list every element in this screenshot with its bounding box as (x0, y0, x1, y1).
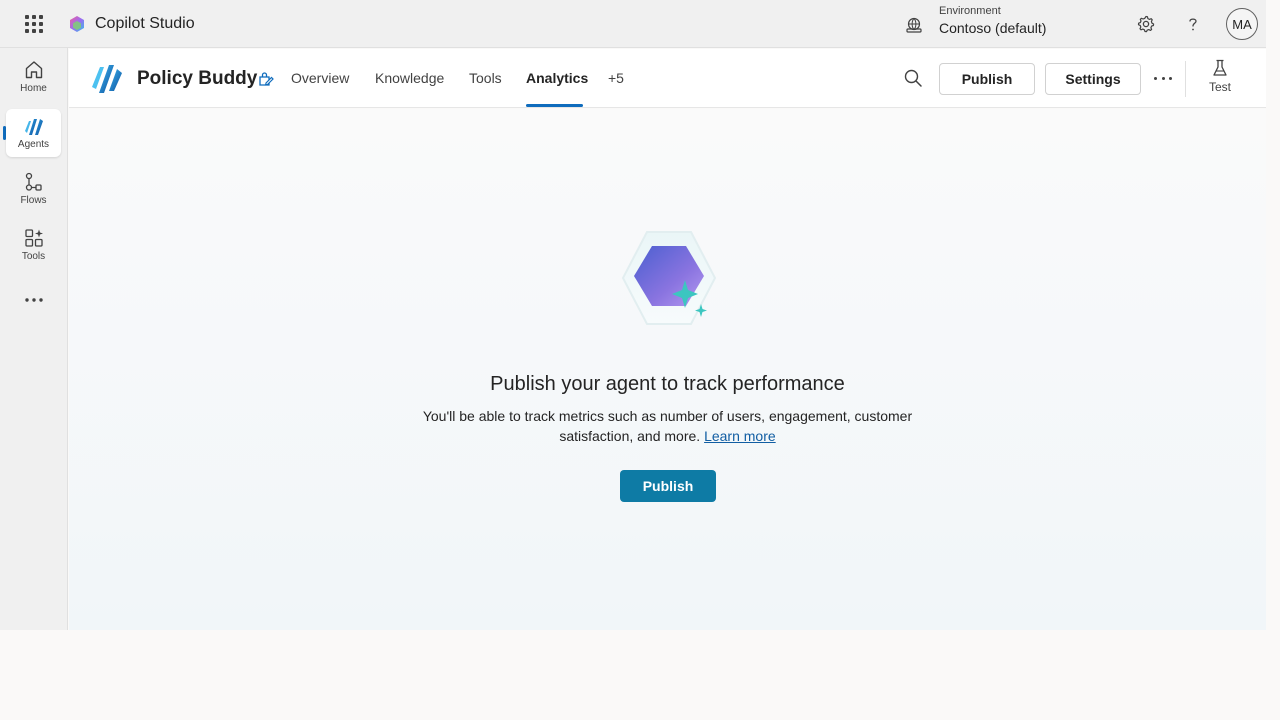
left-navigation-rail: Home Agents Flows Tools (0, 48, 68, 630)
agent-logo (92, 65, 122, 93)
flask-icon (1213, 59, 1227, 76)
top-header: Copilot Studio Environment Contoso (defa… (0, 0, 1266, 48)
agents-icon (24, 118, 43, 135)
help-icon (1189, 18, 1197, 31)
rail-item-flows[interactable]: Flows (6, 164, 61, 212)
environment-value: Contoso (default) (939, 20, 1047, 36)
copilot-studio-logo (70, 15, 84, 32)
tab-analytics[interactable]: Analytics (526, 70, 588, 86)
publish-button[interactable]: Publish (939, 63, 1035, 95)
test-label: Test (1208, 80, 1231, 94)
user-avatar[interactable]: MA (1226, 8, 1258, 40)
analytics-content: Publish your agent to track performance … (69, 109, 1266, 630)
rail-item-home[interactable]: Home (6, 52, 61, 100)
app-launcher-button[interactable] (0, 0, 68, 48)
analytics-hero-illustration (621, 231, 717, 325)
publish-primary-button[interactable]: Publish (620, 470, 716, 502)
settings-button[interactable] (1134, 12, 1158, 36)
rail-item-label: Home (20, 82, 47, 94)
search-icon[interactable] (903, 68, 923, 88)
learn-more-link[interactable]: Learn more (704, 428, 776, 444)
empty-state-description-text: You'll be able to track metrics such as … (422, 408, 913, 444)
divider (1185, 61, 1186, 97)
test-button[interactable]: Test (1200, 59, 1240, 99)
settings-button-agent[interactable]: Settings (1045, 63, 1141, 95)
agent-header: Policy Buddy Overview Knowledge Tools An… (69, 49, 1266, 108)
more-options-button[interactable] (1154, 69, 1172, 87)
tools-icon (24, 228, 43, 247)
waffle-icon (25, 14, 43, 33)
agent-name: Policy Buddy (137, 68, 258, 89)
rail-item-label: Tools (21, 250, 46, 262)
flows-icon (25, 172, 42, 191)
active-tab-indicator (526, 104, 583, 107)
help-button[interactable] (1181, 12, 1205, 36)
rail-item-tools[interactable]: Tools (6, 220, 61, 268)
environment-label: Environment (939, 5, 1001, 17)
rail-item-label: Agents (17, 138, 50, 150)
tab-knowledge[interactable]: Knowledge (375, 70, 444, 86)
environment-picker[interactable]: Environment Contoso (default) (904, 4, 1046, 38)
tab-tools[interactable]: Tools (469, 70, 502, 86)
rail-item-label: Flows (20, 194, 47, 206)
tab-more-overflow[interactable]: +5 (608, 70, 624, 86)
empty-state-title: Publish your agent to track performance (490, 373, 845, 395)
tab-overview[interactable]: Overview (291, 70, 349, 86)
gear-icon (1137, 15, 1155, 33)
environment-icon (906, 17, 922, 33)
empty-state-description: You'll be able to track metrics such as … (414, 406, 921, 446)
more-horizontal-icon (24, 298, 43, 302)
app-title: Copilot Studio (95, 14, 195, 32)
rail-item-agents[interactable]: Agents (6, 109, 61, 157)
home-icon (25, 60, 42, 78)
rail-more-button[interactable] (6, 276, 61, 324)
agent-edit-status-icon[interactable] (256, 70, 274, 88)
